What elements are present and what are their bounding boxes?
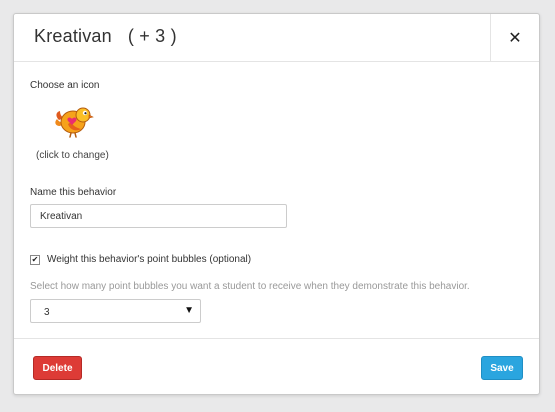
- dialog-title: Kreativan ( + 3 ): [34, 26, 177, 47]
- footer-divider: [14, 338, 539, 339]
- checkmark-icon: ✔: [31, 254, 39, 264]
- change-icon-hint[interactable]: (click to change): [36, 150, 109, 161]
- point-bubbles-select[interactable]: 3 ▼: [30, 299, 201, 323]
- points-indicator: ( + 3 ): [127, 26, 177, 46]
- dialog-header: Kreativan ( + 3 ) ✕: [14, 14, 539, 62]
- delete-button[interactable]: Delete: [33, 356, 82, 380]
- edit-behavior-dialog: Kreativan ( + 3 ) ✕ Choose an icon (click…: [13, 13, 540, 395]
- weight-checkbox-label[interactable]: Weight this behavior's point bubbles (op…: [47, 254, 251, 265]
- close-button[interactable]: ✕: [490, 14, 539, 61]
- weight-checkbox[interactable]: ✔: [30, 254, 40, 265]
- dropdown-caret-icon: ▼: [184, 305, 194, 316]
- point-bubbles-helper-text: Select how many point bubbles you want a…: [30, 281, 470, 292]
- choose-icon-label: Choose an icon: [30, 80, 100, 91]
- behavior-name-label: Name this behavior: [30, 187, 117, 198]
- save-button[interactable]: Save: [481, 356, 523, 380]
- selected-value: 3: [44, 307, 50, 318]
- behavior-name-input[interactable]: [30, 204, 287, 228]
- colorful-bird-icon[interactable]: [54, 104, 94, 140]
- weight-option: ✔ Weight this behavior's point bubbles (…: [30, 254, 251, 265]
- behavior-title: Kreativan: [34, 26, 112, 46]
- close-icon: ✕: [508, 29, 522, 47]
